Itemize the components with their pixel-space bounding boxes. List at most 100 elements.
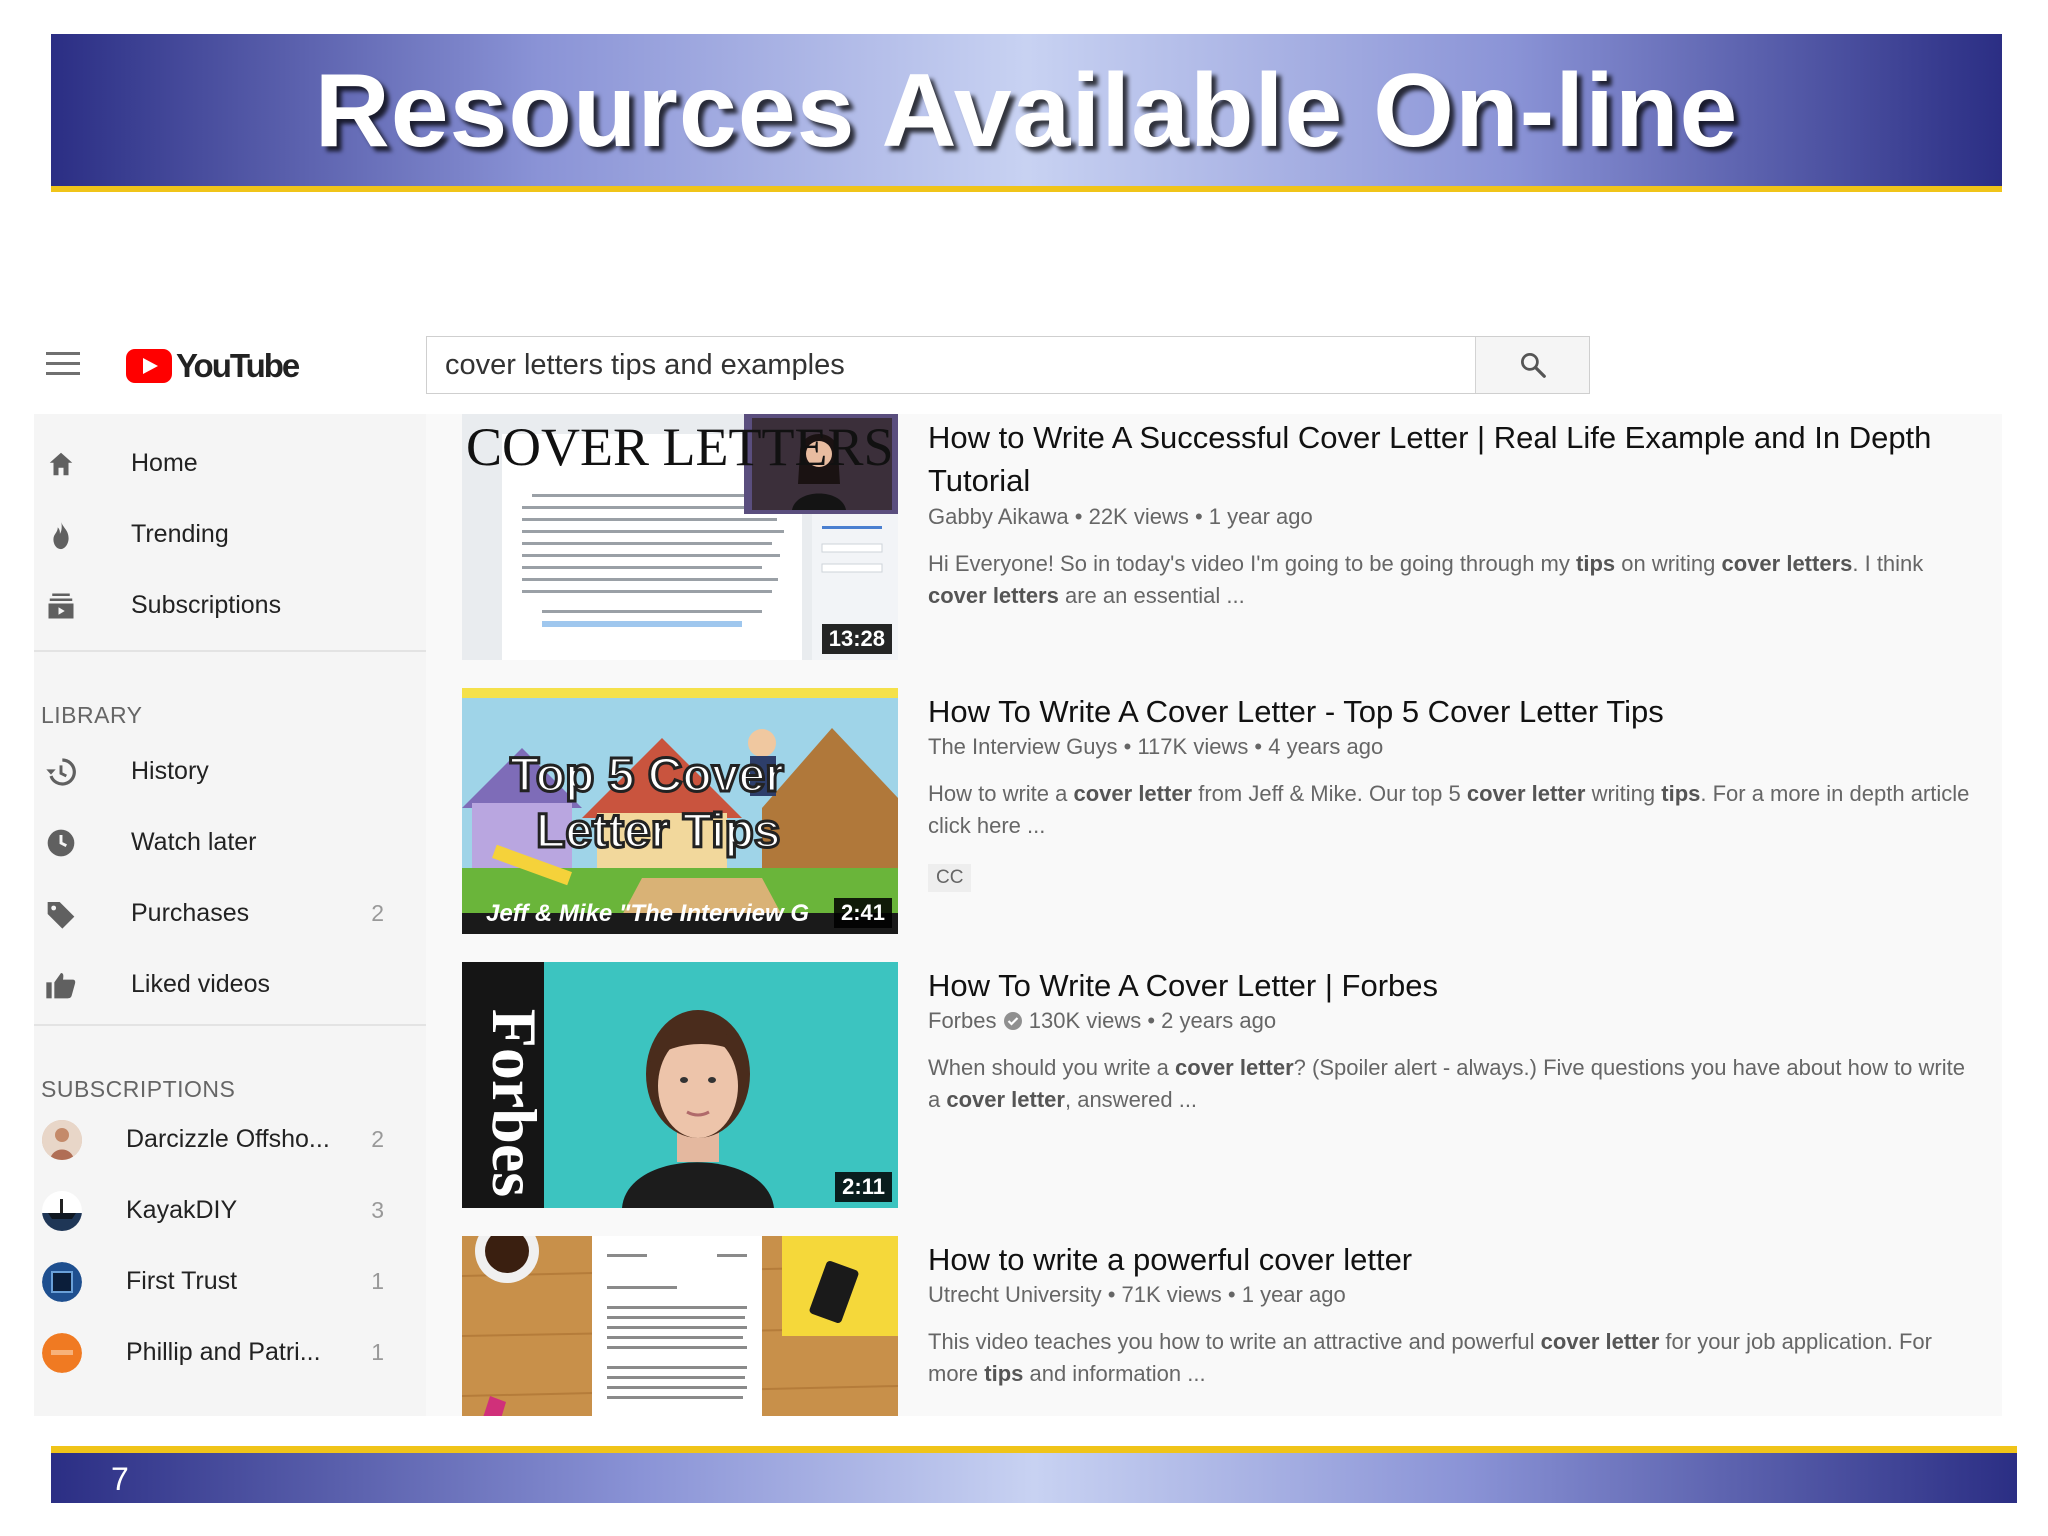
description-text: How to write a: [928, 781, 1074, 806]
video-title[interactable]: How to write a powerful cover letter: [928, 1238, 1968, 1281]
video-result[interactable]: Forbes 2:11 How To Write A Cover Letter …: [462, 962, 1982, 1208]
cc-badge: CC: [928, 864, 972, 892]
thumbnail-text: COVER LETTERS: [466, 417, 894, 477]
library-heading: LIBRARY: [41, 702, 143, 728]
subscription-item[interactable]: Darcizzle Offsho... 2: [34, 1104, 426, 1175]
channel-name[interactable]: Utrecht University: [928, 1282, 1102, 1307]
subscription-item[interactable]: Phillip and Patri... 1: [34, 1317, 426, 1388]
clock-icon: [44, 826, 78, 860]
description-keyword: cover letter: [1073, 781, 1193, 806]
description-text: on writing: [1615, 551, 1722, 576]
slide-number: 7: [111, 1461, 129, 1497]
subscription-label: Darcizzle Offsho...: [126, 1125, 330, 1153]
search-icon: [1520, 353, 1546, 378]
video-duration: 13:28: [821, 624, 892, 654]
description-text: from Jeff & Mike. Our top 5: [1192, 781, 1467, 806]
description-text: Hi Everyone! So in today's video I'm goi…: [928, 551, 1576, 576]
video-description: This video teaches you how to write an a…: [928, 1326, 1978, 1390]
video-title[interactable]: How To Write A Cover Letter - Top 5 Cove…: [928, 690, 1968, 733]
video-stats: 130K views • 2 years ago: [1028, 1008, 1277, 1033]
home-icon: [44, 447, 78, 481]
sidebar-item-history[interactable]: History: [34, 736, 426, 807]
video-stats: 22K views • 1 year ago: [1088, 504, 1313, 529]
search-button[interactable]: [1475, 337, 1589, 393]
search-input[interactable]: [427, 337, 1475, 393]
subscription-item[interactable]: KayakDIY 3: [34, 1175, 426, 1246]
subscription-count: 1: [371, 1339, 384, 1365]
description-keyword: tips: [1661, 781, 1701, 806]
sidebar-item-home[interactable]: Home: [34, 428, 426, 499]
thumbnail-text-line2: Letter Tips: [535, 804, 782, 860]
sidebar-item-label: History: [131, 757, 209, 785]
video-thumbnail[interactable]: Top 5 Cover Letter Tips Jeff & Mike "The…: [462, 688, 898, 934]
slide-title: Resources Available On-line: [314, 53, 1739, 169]
hamburger-menu-icon[interactable]: [46, 352, 80, 378]
description-text: writing: [1585, 781, 1662, 806]
search-bar: [426, 336, 1590, 394]
search-results: COVER LETTERS 13:28 How to Write A Succe…: [426, 414, 2002, 1416]
sidebar-item-purchases[interactable]: Purchases 2: [34, 878, 426, 949]
channel-avatar: [42, 1119, 82, 1160]
subscription-count: 2: [371, 1126, 384, 1152]
video-meta: Utrecht University • 71K views • 1 year …: [928, 1282, 1346, 1307]
video-description: When should you write a cover letter? (S…: [928, 1052, 1978, 1116]
video-thumbnail[interactable]: Forbes 2:11: [462, 962, 898, 1208]
channel-name[interactable]: The Interview Guys: [928, 734, 1118, 759]
description-keyword: tips: [984, 1361, 1024, 1386]
video-thumbnail[interactable]: COVER LETTERS 13:28: [462, 414, 898, 660]
description-keyword: cover letter: [1466, 781, 1586, 806]
description-keyword: cover letters: [1721, 551, 1853, 576]
video-meta: The Interview Guys • 117K views • 4 year…: [928, 734, 1384, 759]
channel-avatar: [42, 1261, 82, 1302]
sidebar-item-trending[interactable]: Trending: [34, 499, 426, 570]
flame-icon: [44, 518, 78, 552]
channel-avatar: [42, 1190, 82, 1231]
video-result[interactable]: How to write a powerful cover letter Utr…: [462, 1236, 1982, 1416]
video-stats: 71K views • 1 year ago: [1121, 1282, 1346, 1307]
youtube-logo-text: YouTube: [176, 347, 300, 384]
subscription-item[interactable]: First Trust 1: [34, 1246, 426, 1317]
thumbs-up-icon: [44, 968, 78, 1002]
description-text: , answered ...: [1064, 1087, 1198, 1112]
video-title[interactable]: How To Write A Cover Letter | Forbes: [928, 964, 1968, 1007]
video-stats: 117K views • 4 years ago: [1137, 734, 1384, 759]
description-text: This video teaches you how to write an a…: [928, 1329, 1541, 1354]
thumbnail-text: Forbes: [479, 1008, 551, 1198]
sidebar-item-label: Trending: [131, 520, 229, 548]
video-result[interactable]: COVER LETTERS 13:28 How to Write A Succe…: [462, 414, 1982, 660]
thumbnail-text-line1: Top 5 Cover: [509, 748, 786, 804]
description-keyword: cover letter: [1540, 1329, 1660, 1354]
sidebar-item-liked-videos[interactable]: Liked videos: [34, 949, 426, 1020]
channel-name[interactable]: Gabby Aikawa: [928, 504, 1069, 529]
channel-name[interactable]: Forbes: [928, 1008, 996, 1033]
purchases-count: 2: [371, 900, 384, 926]
description-keyword: cover letter: [946, 1087, 1065, 1112]
sidebar-item-label: Subscriptions: [131, 591, 282, 619]
video-duration: 2:41: [833, 898, 892, 928]
subscriptions-heading: SUBSCRIPTIONS: [41, 1076, 236, 1102]
video-title[interactable]: How to Write A Successful Cover Letter |…: [928, 416, 1968, 502]
footer-gold-line: [51, 1446, 2017, 1453]
description-keyword: tips: [1576, 551, 1616, 576]
description-keyword: cover letters: [928, 583, 1059, 608]
video-duration: 2:11: [835, 1172, 892, 1202]
sidebar-item-watch-later[interactable]: Watch later: [34, 807, 426, 878]
sidebar-item-label: Home: [131, 449, 198, 477]
description-text: are an essential ...: [1058, 583, 1245, 608]
subscription-label: Phillip and Patri...: [126, 1338, 321, 1366]
subscription-count: 1: [371, 1268, 384, 1294]
video-description: Hi Everyone! So in today's video I'm goi…: [928, 548, 1978, 612]
description-text: and information ...: [1023, 1361, 1206, 1386]
video-description: How to write a cover letter from Jeff & …: [928, 778, 1978, 842]
sidebar-item-subscriptions[interactable]: Subscriptions: [34, 570, 426, 641]
description-text: . I think: [1852, 551, 1924, 576]
play-icon: [126, 349, 172, 383]
video-result[interactable]: Top 5 Cover Letter Tips Jeff & Mike "The…: [462, 688, 1982, 934]
subscriptions-icon: [44, 589, 78, 623]
youtube-logo[interactable]: YouTube: [126, 346, 300, 386]
video-thumbnail[interactable]: [462, 1236, 898, 1416]
subscription-label: First Trust: [126, 1267, 238, 1295]
footer-bar: 7: [51, 1453, 2017, 1503]
slide-title-banner: Resources Available On-line: [51, 34, 2002, 192]
sidebar-divider: [34, 650, 426, 652]
